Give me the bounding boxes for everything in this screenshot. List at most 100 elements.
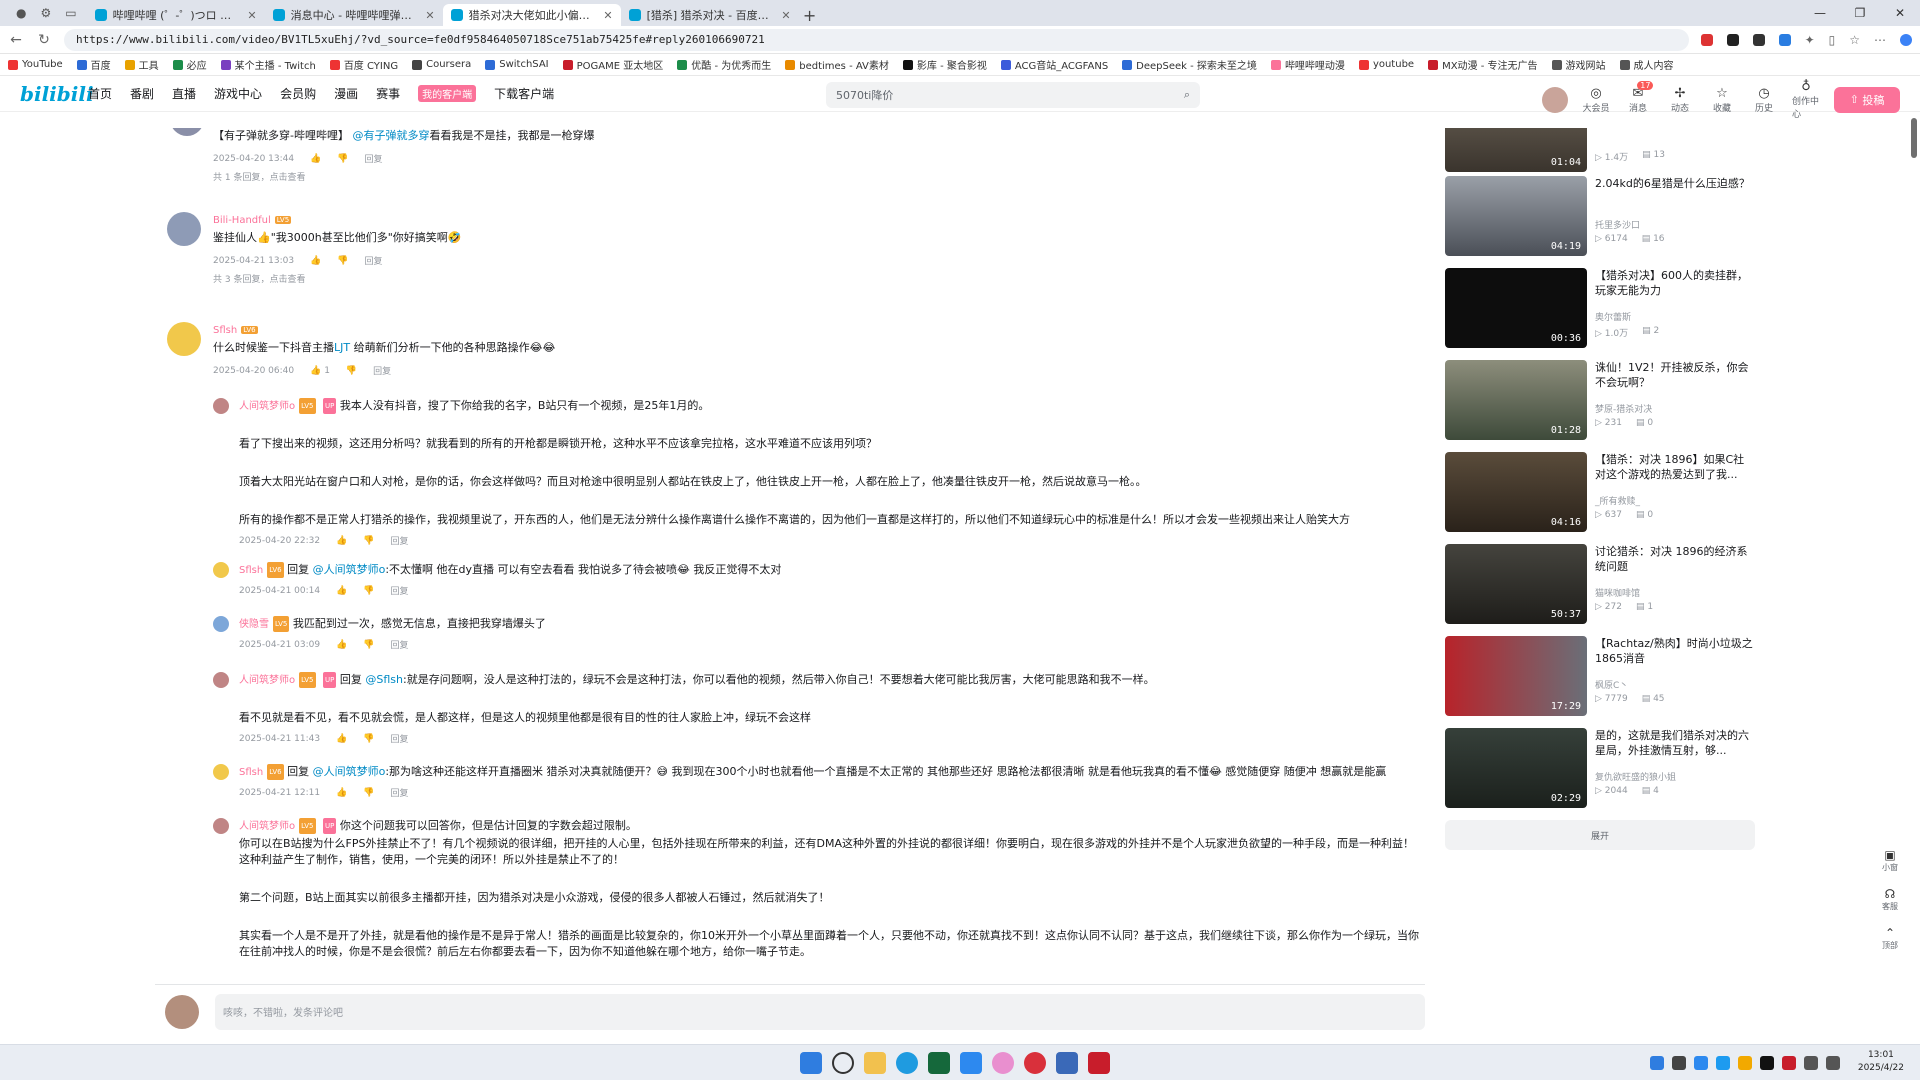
bookmark-item[interactable]: DeepSeek - 探索未至之境 <box>1122 57 1257 72</box>
tray-icon[interactable] <box>1650 1056 1664 1070</box>
tray-icon[interactable] <box>1782 1056 1796 1070</box>
like-icon[interactable]: 👍 <box>310 256 321 266</box>
avatar[interactable] <box>1542 86 1568 113</box>
like-icon[interactable]: 👍 <box>336 734 347 744</box>
video-title[interactable]: 【猎杀对决】600人的卖挂群，玩家无能为力 <box>1595 268 1755 298</box>
maximize-icon[interactable]: ❐ <box>1840 0 1880 26</box>
app-icon[interactable] <box>1088 1052 1110 1074</box>
avatar[interactable] <box>213 764 229 780</box>
reply-user[interactable]: 人间筑梦师o <box>239 821 295 832</box>
like-icon[interactable]: 👍 <box>336 788 347 798</box>
vip-button[interactable]: ◎ 大会员 <box>1582 86 1610 114</box>
bookmark-item[interactable]: Coursera <box>412 59 471 70</box>
view-replies-link[interactable]: 共 1 条回复，点击查看 <box>213 170 305 183</box>
favorite-button[interactable]: ☆ 收藏 <box>1708 86 1736 114</box>
video-uploader[interactable]: 枫原C丶 <box>1595 678 1628 691</box>
app-icon[interactable] <box>1056 1052 1078 1074</box>
refresh-icon[interactable]: ↻ <box>36 32 52 48</box>
avatar[interactable] <box>167 322 201 356</box>
recommend-card[interactable]: 02:29 是的，这就是我们猎杀对决的六星局，外挂激情互射，够... 复仇欲旺盛的狼… <box>1445 728 1755 808</box>
video-uploader[interactable]: 复仇欲旺盛的狼小姐 <box>1595 770 1676 783</box>
avatar[interactable] <box>213 672 229 688</box>
view-replies-link[interactable]: 共 3 条回复，点击查看 <box>213 272 305 285</box>
bilibili-logo[interactable]: bilibili <box>20 82 94 106</box>
video-title[interactable]: 是的，这就是我们猎杀对决的六星局，外挂激情互射，够... <box>1595 728 1755 758</box>
reply-button[interactable]: 回复 <box>391 732 409 745</box>
video-thumbnail[interactable]: 01:04 <box>1445 128 1587 172</box>
bookmark-item[interactable]: youtube <box>1358 59 1414 70</box>
bookmark-item[interactable]: 百度 <box>76 57 111 72</box>
edge-icon[interactable] <box>896 1052 918 1074</box>
more-icon[interactable]: ⋯ <box>1874 33 1886 47</box>
close-icon[interactable]: ✕ <box>603 9 612 22</box>
browser-tab-3[interactable]: 猎杀对决大佬如此小偏移视频 ✕ <box>442 4 621 26</box>
video-thumbnail[interactable]: 04:16 <box>1445 452 1587 532</box>
back-to-top-button[interactable]: ⌃ 顶部 <box>1882 926 1898 951</box>
recommend-card[interactable]: 17:29 【Rachtaz/熟肉】时尚小垃圾之1865消音 枫原C丶 ▷ 7779 ▤… <box>1445 636 1755 716</box>
reply-user[interactable]: Sflsh <box>239 767 263 778</box>
app-icon[interactable] <box>928 1052 950 1074</box>
nav-download-client[interactable]: 下载客户端 <box>494 85 554 102</box>
dislike-icon[interactable]: 👎 <box>363 536 374 546</box>
bookmark-item[interactable]: 游戏网站 <box>1551 57 1606 72</box>
search-icon[interactable] <box>832 1052 854 1074</box>
like-icon[interactable]: 👍 1 <box>310 366 330 376</box>
creator-button[interactable]: ♁ 创作中心 <box>1792 79 1820 120</box>
bookmark-item[interactable]: SwitchSAI <box>485 59 549 70</box>
avatar[interactable] <box>213 398 229 414</box>
reply-button[interactable]: 回复 <box>391 638 409 651</box>
nav-game-center[interactable]: 游戏中心 <box>214 85 262 102</box>
comment-user[interactable]: Bili-Handful LV5 <box>213 212 292 226</box>
video-title[interactable]: 【Rachtaz/熟肉】时尚小垃圾之1865消音 <box>1595 636 1755 666</box>
dislike-icon[interactable]: 👎 <box>337 256 348 266</box>
bookmark-item[interactable]: MX动漫 - 专注无广告 <box>1428 57 1538 72</box>
dislike-icon[interactable]: 👎 <box>363 640 374 650</box>
bookmark-item[interactable]: 影库 - 聚合影视 <box>902 57 987 72</box>
search-icon[interactable]: ⌕ <box>1184 88 1190 102</box>
dislike-icon[interactable]: 👎 <box>363 788 374 798</box>
app-icon[interactable] <box>960 1052 982 1074</box>
mention-link[interactable]: @Sflsh <box>365 673 403 686</box>
favorites-icon[interactable]: ☆ <box>1849 33 1860 47</box>
close-icon[interactable]: ✕ <box>781 9 790 22</box>
nav-events[interactable]: 赛事 <box>376 85 400 102</box>
reply-button[interactable]: 回复 <box>391 786 409 799</box>
like-icon[interactable]: 👍 <box>310 154 321 164</box>
video-thumbnail[interactable]: 00:36 <box>1445 268 1587 348</box>
url-input[interactable]: https://www.bilibili.com/video/BV1TL5xuE… <box>64 28 1689 51</box>
video-thumbnail[interactable]: 01:28 <box>1445 360 1587 440</box>
tray-icon[interactable] <box>1694 1056 1708 1070</box>
close-icon[interactable]: ✕ <box>425 9 434 22</box>
copilot-icon[interactable] <box>1900 33 1912 46</box>
extension-icon[interactable] <box>1726 33 1739 46</box>
bookmark-item[interactable]: 工具 <box>124 57 159 72</box>
like-icon[interactable]: 👍 <box>336 640 347 650</box>
nav-shop[interactable]: 会员购 <box>280 85 316 102</box>
like-icon[interactable]: 👍 <box>336 586 347 596</box>
search-input[interactable]: 5070ti降价 ⌕ <box>826 82 1200 108</box>
like-icon[interactable]: 👍 <box>336 536 347 546</box>
reply-button[interactable]: 回复 <box>373 364 391 377</box>
tray-icon[interactable] <box>1716 1056 1730 1070</box>
scrollbar-thumb-top[interactable] <box>1911 118 1917 158</box>
dislike-icon[interactable]: 👎 <box>337 154 348 164</box>
video-thumbnail[interactable]: 50:37 <box>1445 544 1587 624</box>
browser-tab-4[interactable]: [猎杀] 猎杀对决 - 百度贴吧 ✕ <box>621 4 799 26</box>
bookmark-item[interactable]: 某个主播 - Twitch <box>220 57 316 72</box>
avatar[interactable] <box>213 818 229 834</box>
dislike-icon[interactable]: 👎 <box>363 586 374 596</box>
browser-tab-1[interactable]: 哔哩哔哩 (゜-゜)つロ 干杯~-bilibili ✕ <box>87 4 265 26</box>
bookmark-item[interactable]: 必应 <box>172 57 207 72</box>
split-screen-icon[interactable]: ▯ <box>1829 33 1836 47</box>
extension-icon[interactable] <box>1778 33 1791 46</box>
mention-link[interactable]: @人间筑梦师o <box>313 765 386 778</box>
video-title[interactable]: 【猎杀：对决 1896】如果C社对这个游戏的热爱达到了我... <box>1595 452 1755 482</box>
video-title[interactable]: 诛仙！1V2！开挂被反杀，你会不会玩啊？ <box>1595 360 1755 390</box>
dislike-icon[interactable]: 👎 <box>363 734 374 744</box>
nav-anime[interactable]: 番剧 <box>130 85 154 102</box>
bookmark-item[interactable]: ACG音站_ACGFANS <box>1000 57 1108 72</box>
mini-window-button[interactable]: ▣ 小窗 <box>1882 848 1898 873</box>
reply-button[interactable]: 回复 <box>365 254 383 267</box>
recommend-card[interactable]: 04:19 2.04kd的6星猎是什么压迫感？ 托里多沙口 ▷ 6174 ▤ 16 <box>1445 176 1755 256</box>
close-window-icon[interactable]: ✕ <box>1880 0 1920 26</box>
